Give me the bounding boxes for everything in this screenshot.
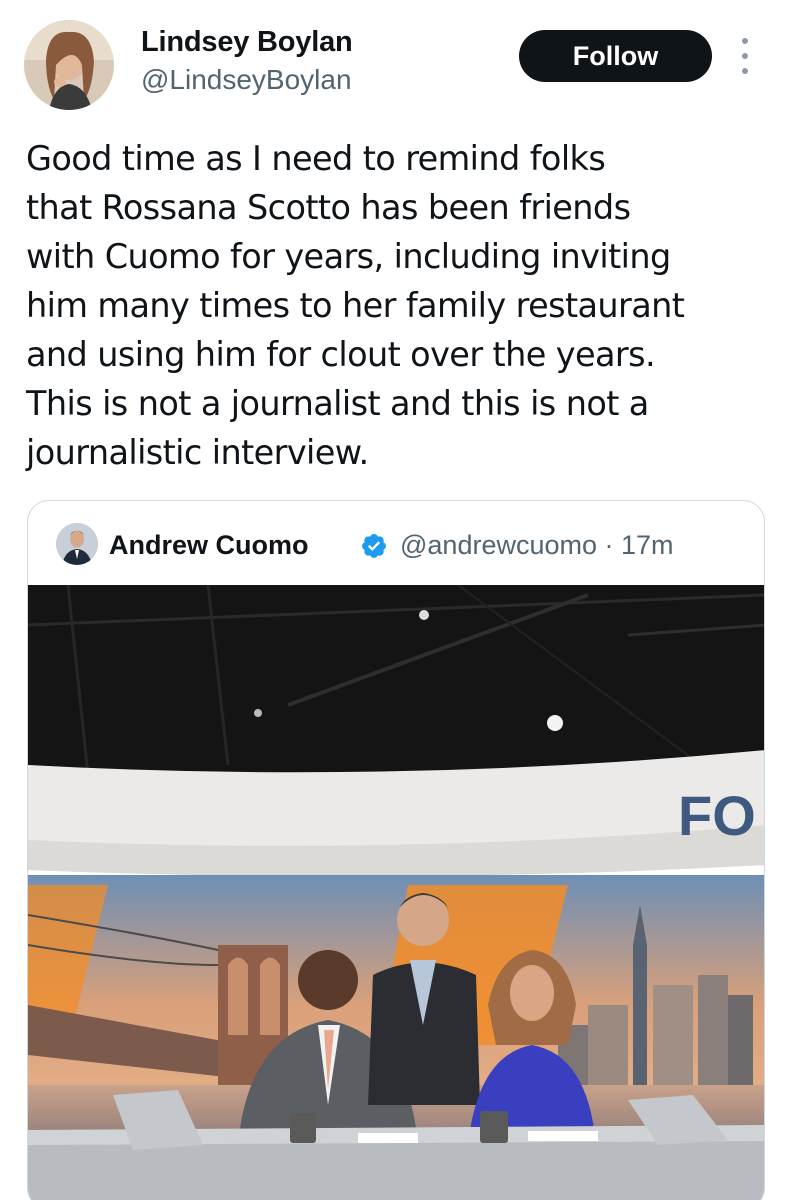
dot — [742, 53, 748, 59]
set-sign: FO — [678, 784, 756, 847]
quoted-handle-timestamp[interactable]: @andrewcuomo · 17m — [400, 530, 674, 561]
follow-button[interactable]: Follow — [519, 30, 712, 82]
tweet-header: Lindsey Boylan @LindseyBoylan Follow — [0, 0, 791, 120]
quoted-author-name[interactable]: Andrew Cuomo — [109, 530, 309, 561]
tweet-text: Good time as I need to remind folks that… — [26, 139, 685, 472]
quoted-tweet-header: Andrew Cuomo @andrewcuomo · 17m — [28, 501, 764, 585]
dot — [742, 38, 748, 44]
author-name[interactable]: Lindsey Boylan — [141, 26, 353, 59]
quoted-author-avatar[interactable] — [56, 523, 98, 565]
dot — [742, 68, 748, 74]
more-options-icon[interactable] — [733, 38, 757, 74]
quoted-tweet-card[interactable]: Andrew Cuomo @andrewcuomo · 17m FO — [27, 500, 765, 1200]
quoted-media-photo[interactable]: FO — [28, 585, 764, 1200]
author-handle[interactable]: @LindseyBoylan — [141, 64, 352, 96]
author-avatar[interactable] — [24, 20, 114, 110]
verified-badge-icon — [360, 532, 388, 560]
